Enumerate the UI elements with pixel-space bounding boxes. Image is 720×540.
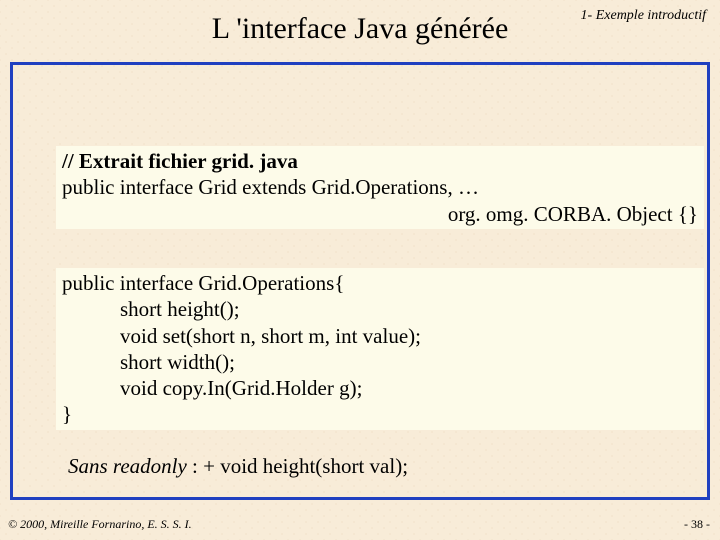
- code-line: public interface Grid extends Grid.Opera…: [62, 174, 698, 200]
- code-comment: // Extrait fichier grid. java: [62, 149, 298, 173]
- code-excerpt-2: public interface Grid.Operations{ short …: [56, 268, 704, 430]
- code-line: void set(short n, short m, int value);: [62, 323, 698, 349]
- note-italic: Sans readonly: [68, 454, 187, 478]
- code-line: short height();: [62, 296, 698, 322]
- code-line: short width();: [62, 349, 698, 375]
- code-line: }: [62, 401, 698, 427]
- note-line: Sans readonly : + void height(short val)…: [68, 454, 408, 479]
- code-line: org. omg. CORBA. Object {}: [62, 201, 698, 227]
- code-line: void copy.In(Grid.Holder g);: [62, 375, 698, 401]
- code-line: public interface Grid.Operations{: [62, 270, 698, 296]
- section-tag: 1- Exemple introductif: [581, 8, 706, 24]
- code-excerpt-1: // Extrait fichier grid. java public int…: [56, 146, 704, 229]
- page-number: - 38 -: [684, 517, 710, 532]
- copyright: © 2000, Mireille Fornarino, E. S. S. I.: [8, 517, 192, 532]
- note-rest: : + void height(short val);: [187, 454, 408, 478]
